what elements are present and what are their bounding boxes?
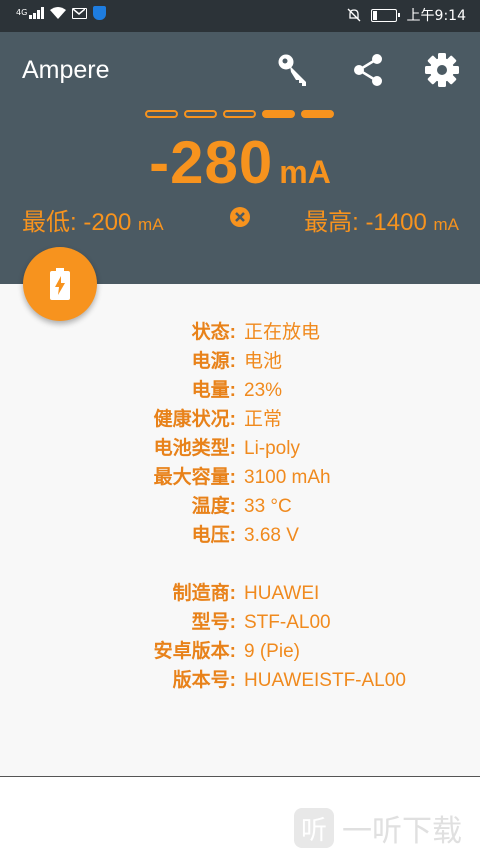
- info-label: 电源:: [191, 351, 236, 372]
- network-type: 4G: [16, 8, 28, 17]
- info-row: 电池类型: Li-poly: [0, 434, 480, 463]
- info-row: 型号: STF-AL00: [0, 608, 480, 637]
- info-row: 版本号: HUAWEISTF-AL00: [0, 666, 480, 695]
- device-info-section: 制造商: HUAWEI 型号: STF-AL00 安卓版本: 9 (Pie) 版本号: HUA…: [0, 579, 480, 695]
- info-value: 3.68 V: [244, 525, 299, 546]
- app-title: Ampere: [22, 56, 110, 84]
- info-label: 健康状况:: [153, 409, 236, 430]
- battery-charging-icon: [50, 268, 70, 300]
- info-label: 电量:: [191, 380, 236, 401]
- status-bar: 4G 上午9:14: [0, 0, 480, 32]
- info-label: 版本号:: [172, 670, 236, 691]
- shield-icon: [93, 6, 107, 20]
- level-segment: [145, 110, 178, 118]
- reset-icon[interactable]: [229, 206, 251, 228]
- info-value: 33 °C: [244, 496, 292, 517]
- watermark-text: 一听下载: [342, 814, 462, 849]
- min-label: 最低: -200: [22, 209, 132, 236]
- min-unit: mA: [138, 215, 164, 234]
- max-reading: 最高: -1400 mA: [304, 202, 459, 237]
- info-label: 安卓版本:: [153, 641, 236, 662]
- info-row: 制造商: HUAWEI: [0, 579, 480, 608]
- info-row: 安卓版本: 9 (Pie): [0, 637, 480, 666]
- info-label: 温度:: [191, 496, 236, 517]
- info-label: 电压:: [191, 525, 236, 546]
- info-value: 电池: [244, 351, 283, 372]
- watermark: 听 一听下载: [294, 806, 462, 850]
- info-row: 电源: 电池: [0, 347, 480, 376]
- info-label: 电池类型:: [153, 438, 236, 459]
- level-segment: [184, 110, 217, 118]
- level-segment: [223, 110, 256, 118]
- battery-fab-button[interactable]: [23, 247, 97, 321]
- clock: 上午9:14: [406, 8, 466, 24]
- info-value: 正常: [244, 409, 283, 430]
- info-value: 23%: [244, 380, 283, 401]
- info-label: 最大容量:: [153, 467, 236, 488]
- current-unit: mA: [279, 154, 331, 190]
- bell-off-icon: [347, 8, 361, 22]
- info-label: 型号:: [191, 612, 236, 633]
- level-indicator: [145, 110, 334, 118]
- level-segment: [301, 110, 334, 118]
- signal-icon: [29, 7, 45, 19]
- info-row: 电压: 3.68 V: [0, 521, 480, 550]
- min-reading: 最低: -200 mA: [22, 202, 164, 237]
- info-value: STF-AL00: [244, 612, 331, 633]
- gear-icon[interactable]: [424, 52, 460, 88]
- max-label: 最高: -1400: [304, 209, 427, 236]
- info-label: 制造商:: [172, 583, 236, 604]
- share-icon[interactable]: [350, 52, 386, 88]
- key-icon[interactable]: [276, 52, 312, 88]
- info-row: 温度: 33 °C: [0, 492, 480, 521]
- wifi-icon: [50, 7, 67, 19]
- info-list: 状态: 正在放电 电源: 电池 电量: 23% 健康状况: 正常 电池类型: Li-poly 最大容…: [0, 318, 480, 695]
- info-label: 状态:: [191, 322, 236, 343]
- level-segment: [262, 110, 295, 118]
- mail-icon: [72, 7, 88, 19]
- max-unit: mA: [433, 215, 460, 234]
- info-row: 电量: 23%: [0, 376, 480, 405]
- current-reading: -280 mA: [0, 128, 480, 197]
- info-value: 3100 mAh: [244, 467, 331, 488]
- info-row: 状态: 正在放电: [0, 318, 480, 347]
- info-value: HUAWEI: [244, 583, 320, 604]
- battery-fill: [372, 10, 378, 20]
- info-row: 最大容量: 3100 mAh: [0, 463, 480, 492]
- app-header: Ampere -280 mA 最低: -200 mA 最高: -1400 mA: [0, 32, 480, 284]
- info-value: 9 (Pie): [244, 641, 300, 662]
- info-row: 健康状况: 正常: [0, 405, 480, 434]
- info-value: Li-poly: [244, 438, 300, 459]
- battery-info-section: 状态: 正在放电 电源: 电池 电量: 23% 健康状况: 正常 电池类型: Li-poly 最大容…: [0, 318, 480, 550]
- current-value: -280: [149, 129, 274, 196]
- watermark-logo: 听: [294, 808, 334, 848]
- info-value: 正在放电: [244, 322, 321, 343]
- info-value: HUAWEISTF-AL00: [244, 670, 406, 691]
- battery-icon: [370, 8, 400, 22]
